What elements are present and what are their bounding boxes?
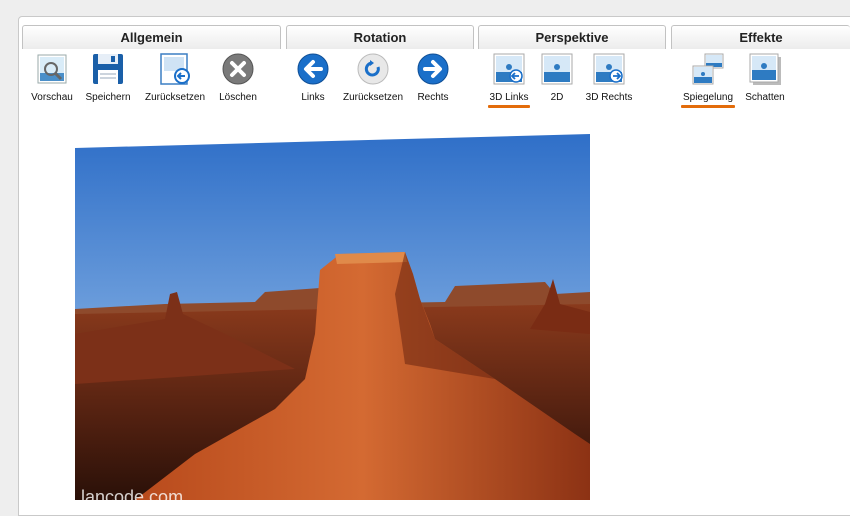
group-tab-rotation: Rotation (286, 25, 474, 49)
group-tab-perspektive: Perspektive (478, 25, 666, 49)
rotate-right-button[interactable]: Rechts (393, 52, 473, 103)
perspective-3d-right-label: 3D Rechts (585, 92, 633, 103)
group-title: Effekte (739, 30, 783, 45)
reflection-icon (691, 52, 725, 86)
delete-label: Löschen (219, 92, 257, 103)
shadow-icon (748, 52, 782, 86)
active-indicator (488, 105, 530, 108)
delete-button[interactable]: Löschen (198, 52, 278, 103)
edited-photo: lancode.com (75, 134, 590, 500)
group-title: Perspektive (535, 30, 609, 45)
shadow-button[interactable]: Schatten (725, 52, 805, 103)
magnifier-icon (35, 52, 69, 86)
image-watermark: lancode.com (81, 487, 184, 500)
group-tab-allgemein: Allgemein (22, 25, 281, 49)
rotate-right-label: Rechts (417, 92, 449, 103)
rotate-reset-icon (356, 52, 390, 86)
shadow-label: Schatten (745, 92, 785, 103)
perspective-3d-right-icon (592, 52, 626, 86)
arrow-left-circle-icon (296, 52, 330, 86)
active-indicator (681, 105, 735, 108)
reset-image-icon (158, 52, 192, 86)
group-title: Rotation (353, 30, 407, 45)
floppy-disk-icon (91, 52, 125, 86)
group-title: Allgemein (120, 30, 183, 45)
group-tab-effekte: Effekte (671, 25, 850, 49)
delete-circle-icon (221, 52, 255, 86)
desert-landscape-image (75, 134, 590, 500)
arrow-right-circle-icon (416, 52, 450, 86)
perspective-3d-right-button[interactable]: 3D Rechts (569, 52, 649, 103)
